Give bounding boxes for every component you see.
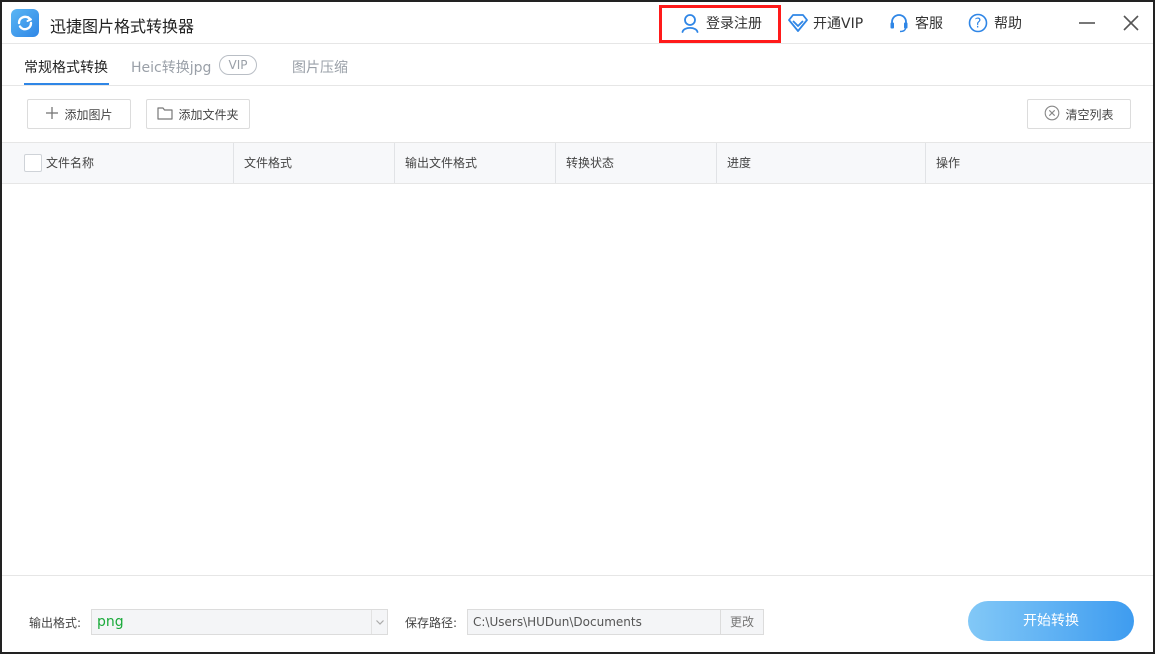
tab-bar: 常规格式转换 Heic转换jpg VIP 图片压缩: [2, 45, 1153, 86]
open-vip-button[interactable]: 开通VIP: [787, 12, 863, 34]
add-image-button[interactable]: 添加图片: [27, 99, 131, 129]
footer-bar: 输出格式: png 保存路径: C:\Users\HUDun\Documents…: [2, 575, 1153, 652]
tab-heic-to-jpg[interactable]: Heic转换jpg: [131, 57, 211, 77]
start-conversion-button[interactable]: 开始转换: [968, 601, 1134, 641]
column-progress: 进度: [717, 143, 926, 183]
user-icon: [680, 13, 700, 33]
diamond-icon: [787, 13, 808, 33]
column-action: 操作: [936, 156, 961, 170]
select-all-checkbox[interactable]: [24, 154, 42, 172]
column-file-format: 文件格式: [234, 143, 395, 183]
save-path-field[interactable]: C:\Users\HUDun\Documents: [467, 609, 721, 635]
plus-icon: [45, 106, 59, 123]
tab-regular-conversion[interactable]: 常规格式转换: [24, 57, 108, 77]
output-format-select[interactable]: png: [91, 609, 388, 635]
svg-text:?: ?: [975, 17, 982, 32]
clear-list-label: 清空列表: [1065, 107, 1114, 122]
customer-service-button[interactable]: 客服: [889, 12, 943, 34]
app-logo-icon: [11, 9, 39, 37]
change-path-button[interactable]: 更改: [720, 609, 764, 635]
close-icon[interactable]: [1122, 14, 1140, 32]
app-window: 迅捷图片格式转换器 登录注册 开通VIP 客服 ? 帮助 常规格式转换 Heic…: [0, 0, 1155, 654]
help-button[interactable]: ? 帮助: [968, 12, 1022, 34]
add-folder-button[interactable]: 添加文件夹: [146, 99, 250, 129]
help-icon: ?: [968, 13, 988, 33]
login-register-label: 登录注册: [706, 16, 762, 32]
title-bar: 迅捷图片格式转换器 登录注册 开通VIP 客服 ? 帮助: [2, 2, 1153, 44]
chevron-down-icon[interactable]: [371, 610, 387, 634]
folder-icon: [157, 106, 174, 123]
open-vip-label: 开通VIP: [813, 16, 864, 32]
save-path-label: 保存路径:: [405, 616, 458, 630]
column-status: 转换状态: [556, 143, 717, 183]
headset-icon: [889, 13, 909, 33]
app-title: 迅捷图片格式转换器: [50, 17, 195, 36]
output-format-value: png: [97, 614, 124, 630]
file-list-area[interactable]: [2, 184, 1153, 575]
customer-service-label: 客服: [915, 16, 943, 32]
active-tab-indicator: [24, 83, 109, 85]
login-register-button[interactable]: 登录注册: [680, 12, 762, 34]
file-table-header: 文件名称 文件格式 输出文件格式 转换状态 进度 操作: [2, 142, 1153, 184]
help-label: 帮助: [994, 16, 1022, 32]
output-format-label: 输出格式:: [29, 616, 82, 630]
vip-badge: VIP: [219, 55, 257, 75]
tab-image-compress[interactable]: 图片压缩: [292, 57, 348, 77]
clear-circle-icon: [1044, 105, 1060, 124]
clear-list-button[interactable]: 清空列表: [1027, 99, 1131, 129]
column-output-format: 输出文件格式: [395, 143, 556, 183]
minimize-icon[interactable]: [1078, 14, 1096, 32]
add-folder-label: 添加文件夹: [178, 107, 239, 122]
add-image-label: 添加图片: [64, 107, 113, 122]
